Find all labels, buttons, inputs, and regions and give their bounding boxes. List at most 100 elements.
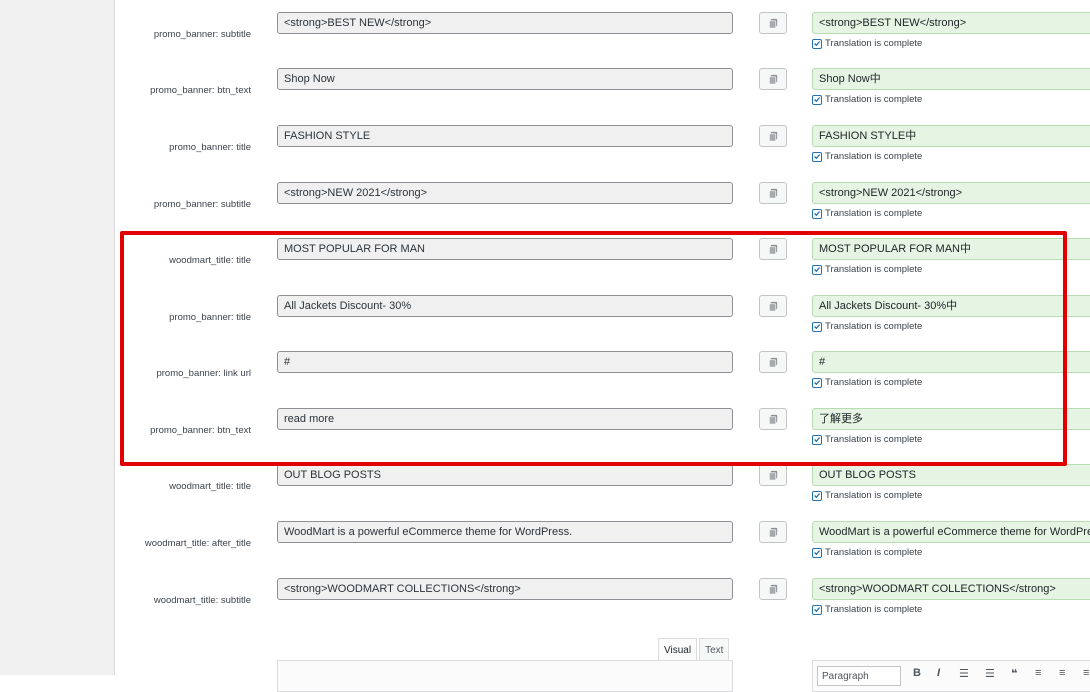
translation-complete-toggle[interactable]: Translation is complete bbox=[812, 264, 922, 275]
checkbox-checked-icon[interactable] bbox=[812, 377, 822, 388]
translation-complete-toggle[interactable]: Translation is complete bbox=[812, 604, 922, 615]
string-row: promo_banner: title FASHION STYLE FASHIO… bbox=[115, 125, 1090, 182]
tab-text[interactable]: Text bbox=[699, 638, 730, 662]
copy-icon bbox=[768, 244, 777, 254]
copy-original-button[interactable] bbox=[759, 68, 787, 90]
translation-complete-toggle[interactable]: Translation is complete bbox=[812, 151, 922, 162]
checkbox-checked-icon[interactable] bbox=[812, 321, 822, 332]
copy-icon bbox=[768, 357, 777, 367]
field-label: woodmart_title: title bbox=[169, 255, 251, 266]
translation-editor-toolbar: Paragraph B I ☰ ☰ ❝ ≡ ≡ ≡ bbox=[812, 660, 1090, 692]
checkbox-checked-icon[interactable] bbox=[812, 604, 822, 615]
checkbox-checked-icon[interactable] bbox=[812, 208, 822, 219]
translation-complete-toggle[interactable]: Translation is complete bbox=[812, 434, 922, 445]
checkbox-checked-icon[interactable] bbox=[812, 151, 822, 162]
translation-complete-toggle[interactable]: Translation is complete bbox=[812, 208, 922, 219]
string-row: woodmart_title: subtitle <strong>WOODMAR… bbox=[115, 578, 1090, 635]
align-left-icon[interactable]: ≡ bbox=[1035, 667, 1041, 679]
align-center-icon[interactable]: ≡ bbox=[1059, 667, 1065, 679]
original-text-field[interactable]: <strong>WOODMART COLLECTIONS</strong> bbox=[277, 578, 733, 600]
bold-icon[interactable]: B bbox=[913, 667, 921, 679]
translation-complete-label: Translation is complete bbox=[825, 604, 923, 615]
copy-original-button[interactable] bbox=[759, 238, 787, 260]
blockquote-icon[interactable]: ❝ bbox=[1011, 667, 1017, 680]
original-text-field[interactable]: <strong>NEW 2021</strong> bbox=[277, 182, 733, 204]
checkbox-checked-icon[interactable] bbox=[812, 490, 822, 501]
checkbox-checked-icon[interactable] bbox=[812, 38, 822, 49]
translation-complete-label: Translation is complete bbox=[825, 547, 923, 558]
bullet-list-icon[interactable]: ☰ bbox=[959, 667, 969, 680]
copy-original-button[interactable] bbox=[759, 182, 787, 204]
translation-complete-toggle[interactable]: Translation is complete bbox=[812, 547, 922, 558]
string-row: promo_banner: title All Jackets Discount… bbox=[115, 295, 1090, 352]
string-row: promo_banner: btn_text read more 了解更多 Tr… bbox=[115, 408, 1090, 465]
copy-original-button[interactable] bbox=[759, 578, 787, 600]
copy-original-button[interactable] bbox=[759, 408, 787, 430]
translation-field[interactable]: OUT BLOG POSTS bbox=[812, 464, 1090, 486]
field-label: promo_banner: btn_text bbox=[150, 425, 251, 436]
translation-complete-toggle[interactable]: Translation is complete bbox=[812, 490, 922, 501]
translation-field[interactable]: # bbox=[812, 351, 1090, 373]
original-text-field[interactable]: WoodMart is a powerful eCommerce theme f… bbox=[277, 521, 733, 543]
translation-complete-label: Translation is complete bbox=[825, 377, 923, 388]
field-label: woodmart_title: after_title bbox=[144, 538, 251, 549]
translation-field[interactable]: Shop Now中 bbox=[812, 68, 1090, 90]
translation-field[interactable]: MOST POPULAR FOR MAN中 bbox=[812, 238, 1090, 260]
field-label: promo_banner: link url bbox=[156, 368, 251, 379]
translation-complete-label: Translation is complete bbox=[825, 38, 923, 49]
original-text-field[interactable]: FASHION STYLE bbox=[277, 125, 733, 147]
original-text-field[interactable]: All Jackets Discount- 30% bbox=[277, 295, 733, 317]
copy-icon bbox=[768, 18, 777, 28]
copy-icon bbox=[768, 188, 777, 198]
string-row: promo_banner: subtitle <strong>NEW 2021<… bbox=[115, 182, 1090, 239]
original-text-field[interactable]: read more bbox=[277, 408, 733, 430]
italic-icon[interactable]: I bbox=[937, 667, 940, 679]
translation-complete-toggle[interactable]: Translation is complete bbox=[812, 38, 922, 49]
field-label: woodmart_title: subtitle bbox=[153, 595, 251, 606]
format-select[interactable]: Paragraph bbox=[817, 666, 901, 686]
copy-icon bbox=[768, 131, 777, 141]
translation-field[interactable]: <strong>NEW 2021</strong> bbox=[812, 182, 1090, 204]
copy-original-button[interactable] bbox=[759, 464, 787, 486]
original-text-field[interactable]: OUT BLOG POSTS bbox=[277, 464, 733, 486]
field-label: promo_banner: btn_text bbox=[150, 85, 251, 96]
copy-original-button[interactable] bbox=[759, 295, 787, 317]
admin-sidebar-gutter bbox=[0, 0, 115, 675]
checkbox-checked-icon[interactable] bbox=[812, 264, 822, 275]
translation-complete-label: Translation is complete bbox=[825, 94, 923, 105]
original-text-field[interactable]: MOST POPULAR FOR MAN bbox=[277, 238, 733, 260]
copy-icon bbox=[768, 74, 777, 84]
translation-complete-toggle[interactable]: Translation is complete bbox=[812, 94, 922, 105]
translation-field[interactable]: <strong>BEST NEW</strong> bbox=[812, 12, 1090, 34]
field-label: woodmart_title: title bbox=[169, 481, 251, 492]
translation-complete-toggle[interactable]: Translation is complete bbox=[812, 377, 922, 388]
original-text-field[interactable]: Shop Now bbox=[277, 68, 733, 90]
copy-icon bbox=[768, 301, 777, 311]
copy-icon bbox=[768, 414, 777, 424]
original-text-field[interactable]: <strong>BEST NEW</strong> bbox=[277, 12, 733, 34]
align-right-icon[interactable]: ≡ bbox=[1083, 667, 1089, 679]
translation-field[interactable]: All Jackets Discount- 30%中 bbox=[812, 295, 1090, 317]
checkbox-checked-icon[interactable] bbox=[812, 94, 822, 105]
checkbox-checked-icon[interactable] bbox=[812, 547, 822, 558]
tab-visual[interactable]: Visual bbox=[658, 638, 698, 662]
translation-field[interactable]: WoodMart is a powerful eCommerce theme f… bbox=[812, 521, 1090, 543]
copy-original-button[interactable] bbox=[759, 521, 787, 543]
field-label: promo_banner: subtitle bbox=[153, 29, 251, 40]
translation-field[interactable]: <strong>WOODMART COLLECTIONS</strong> bbox=[812, 578, 1090, 600]
original-editor-area[interactable] bbox=[277, 660, 733, 692]
copy-original-button[interactable] bbox=[759, 125, 787, 147]
copy-original-button[interactable] bbox=[759, 12, 787, 34]
checkbox-checked-icon[interactable] bbox=[812, 434, 822, 445]
string-row: woodmart_title: after_title WoodMart is … bbox=[115, 521, 1090, 578]
translation-complete-label: Translation is complete bbox=[825, 151, 923, 162]
translation-complete-label: Translation is complete bbox=[825, 321, 923, 332]
translation-complete-toggle[interactable]: Translation is complete bbox=[812, 321, 922, 332]
translation-field[interactable]: 了解更多 bbox=[812, 408, 1090, 430]
translation-field[interactable]: FASHION STYLE中 bbox=[812, 125, 1090, 147]
original-text-field[interactable]: # bbox=[277, 351, 733, 373]
string-row: woodmart_title: title OUT BLOG POSTS OUT… bbox=[115, 464, 1090, 521]
string-row: promo_banner: link url # # Translation i… bbox=[115, 351, 1090, 408]
numbered-list-icon[interactable]: ☰ bbox=[985, 667, 995, 680]
copy-original-button[interactable] bbox=[759, 351, 787, 373]
